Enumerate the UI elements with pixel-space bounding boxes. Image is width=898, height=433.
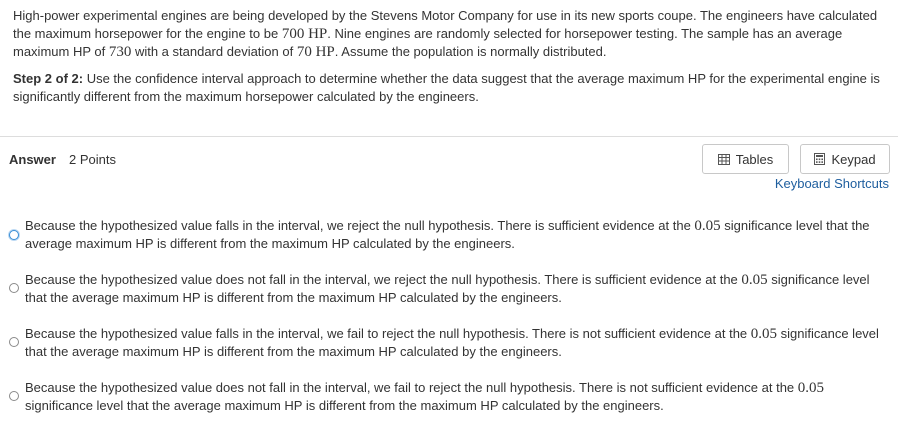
keyboard-shortcuts-link[interactable]: Keyboard Shortcuts <box>775 176 889 191</box>
answer-option-2-text: Because the hypothesized value does not … <box>25 271 891 307</box>
answer-option-4-text: Because the hypothesized value does not … <box>25 379 891 415</box>
option-4-text-after: significance level that the average maxi… <box>25 398 664 413</box>
option-3-math: 0.05 <box>750 326 778 342</box>
question-math-std-dev: 70 HP <box>296 44 335 60</box>
calculator-icon <box>814 153 826 165</box>
tables-button-label: Tables <box>735 151 774 167</box>
option-2-math: 0.05 <box>741 272 768 288</box>
section-divider <box>0 136 898 137</box>
option-4-text-before: Because the hypothesized value does not … <box>25 380 798 395</box>
answer-option-1-text: Because the hypothesized value falls in … <box>25 217 891 253</box>
tables-button[interactable]: Tables <box>702 144 789 174</box>
radio-button-4[interactable] <box>9 391 19 401</box>
answer-option-3[interactable]: Because the hypothesized value falls in … <box>0 325 898 363</box>
answer-label: Answer <box>9 152 56 167</box>
radio-button-3[interactable] <box>9 337 19 347</box>
radio-button-1[interactable] <box>9 230 19 240</box>
answer-option-4[interactable]: Because the hypothesized value does not … <box>0 379 898 417</box>
question-text: High-power experimental engines are bein… <box>13 7 891 62</box>
option-1-math: 0.05 <box>694 218 721 234</box>
question-intro-part3: with a standard deviation of <box>131 44 297 59</box>
radio-button-2[interactable] <box>9 283 19 293</box>
option-1-text-before: Because the hypothesized value falls in … <box>25 218 695 233</box>
option-2-text-before: Because the hypothesized value does not … <box>25 272 742 287</box>
question-intro-part4: . Assume the population is normally dist… <box>334 44 607 59</box>
answer-option-2[interactable]: Because the hypothesized value does not … <box>0 271 898 309</box>
points-label: 2 Points <box>69 152 116 167</box>
step-instruction: Step 2 of 2: Use the confidence interval… <box>13 70 883 105</box>
keypad-button[interactable]: Keypad <box>800 144 890 174</box>
step-text: Use the confidence interval approach to … <box>13 71 880 104</box>
question-math-max-hp: 700 HP <box>281 25 328 42</box>
option-3-text-before: Because the hypothesized value falls in … <box>25 326 751 341</box>
keypad-button-label: Keypad <box>831 151 876 167</box>
table-icon <box>717 153 730 165</box>
option-4-math: 0.05 <box>797 380 825 396</box>
question-math-average: 730 <box>108 44 132 60</box>
answer-option-3-text: Because the hypothesized value falls in … <box>25 325 891 361</box>
step-label: Step 2 of 2: <box>13 71 84 86</box>
answer-option-1[interactable]: Because the hypothesized value falls in … <box>0 217 898 255</box>
